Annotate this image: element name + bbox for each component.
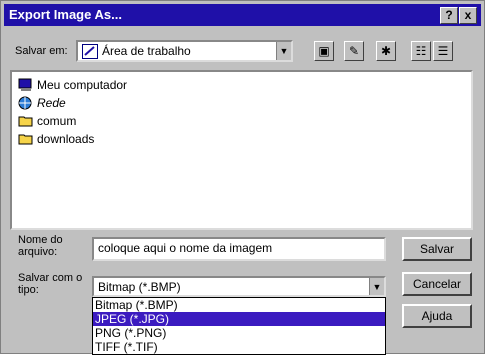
chevron-down-icon[interactable]: ▼ <box>276 42 291 60</box>
title-bar[interactable]: Export Image As... ? x <box>4 4 481 26</box>
chevron-down-icon[interactable]: ▼ <box>369 278 384 295</box>
file-type-value: Bitmap (*.BMP) <box>98 280 181 294</box>
help-button[interactable]: Ajuda <box>402 304 472 328</box>
file-name: Meu computador <box>37 78 128 92</box>
file-type-dropdown[interactable]: Bitmap (*.BMP) JPEG (*.JPG) PNG (*.PNG) … <box>92 297 386 355</box>
save-button[interactable]: Salvar <box>402 237 472 261</box>
details-view-icon[interactable]: ☰ <box>433 41 453 61</box>
computer-icon <box>18 78 34 92</box>
cancel-button[interactable]: Cancelar <box>402 272 472 296</box>
file-type-select[interactable]: Bitmap (*.BMP) ▼ <box>92 276 386 297</box>
file-name: Rede <box>37 96 66 110</box>
file-list[interactable]: Meu computador Rede comum downloads <box>10 70 473 230</box>
save-in-label: Salvar em: <box>15 45 68 57</box>
folder-icon <box>18 114 34 128</box>
up-folder-icon[interactable]: ▣ <box>314 41 334 61</box>
folder-icon <box>18 132 34 146</box>
save-in-value: Área de trabalho <box>102 44 191 58</box>
network-icon <box>18 96 34 110</box>
file-name: downloads <box>37 132 95 146</box>
file-name: comum <box>37 114 77 128</box>
dropdown-option-selected[interactable]: JPEG (*.JPG) <box>93 312 385 326</box>
file-name-label: Nome do arquivo: <box>18 234 63 258</box>
save-in-combo[interactable]: Área de trabalho ▼ <box>76 40 293 62</box>
dialog-title: Export Image As... <box>9 7 122 22</box>
new-folder-icon[interactable]: ✱ <box>376 41 396 61</box>
list-view-icon[interactable]: ☷ <box>411 41 431 61</box>
file-type-label: Salvar com o tipo: <box>18 272 83 296</box>
close-button[interactable]: x <box>459 7 477 24</box>
dropdown-option[interactable]: Bitmap (*.BMP) <box>93 298 385 312</box>
dropdown-option[interactable]: TIFF (*.TIF) <box>93 340 385 354</box>
desktop-shortcut-icon[interactable]: ✎ <box>344 41 364 61</box>
dropdown-option[interactable]: PNG (*.PNG) <box>93 326 385 340</box>
export-image-dialog: Export Image As... ? x Salvar em: Área d… <box>0 0 485 355</box>
desktop-icon <box>82 44 98 59</box>
file-name-input[interactable]: coloque aqui o nome da imagem <box>92 237 386 261</box>
help-title-button[interactable]: ? <box>440 7 458 24</box>
